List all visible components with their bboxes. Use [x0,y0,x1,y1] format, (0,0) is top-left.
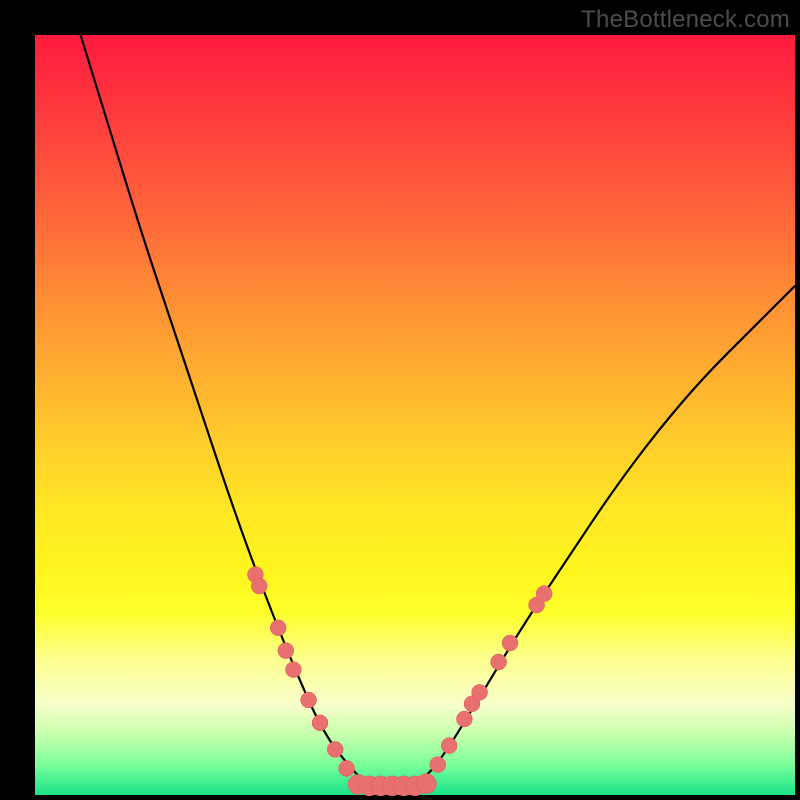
data-markers [247,567,552,796]
data-marker [502,635,518,651]
watermark-text: TheBottleneck.com [581,6,790,34]
data-marker [270,620,286,636]
data-marker [251,578,267,594]
data-marker [278,643,294,659]
data-marker [339,760,355,776]
bottleneck-curve [81,35,795,786]
data-marker [441,738,457,754]
chart-frame: TheBottleneck.com [0,0,800,800]
data-marker [430,757,446,773]
data-marker [285,662,301,678]
data-marker [312,715,328,731]
data-marker [456,711,472,727]
plot-area [35,35,795,795]
data-marker [327,741,343,757]
data-marker [472,684,488,700]
chart-svg [35,35,795,795]
data-marker [301,692,317,708]
data-marker [536,586,552,602]
data-marker [416,774,436,794]
data-marker [491,654,507,670]
